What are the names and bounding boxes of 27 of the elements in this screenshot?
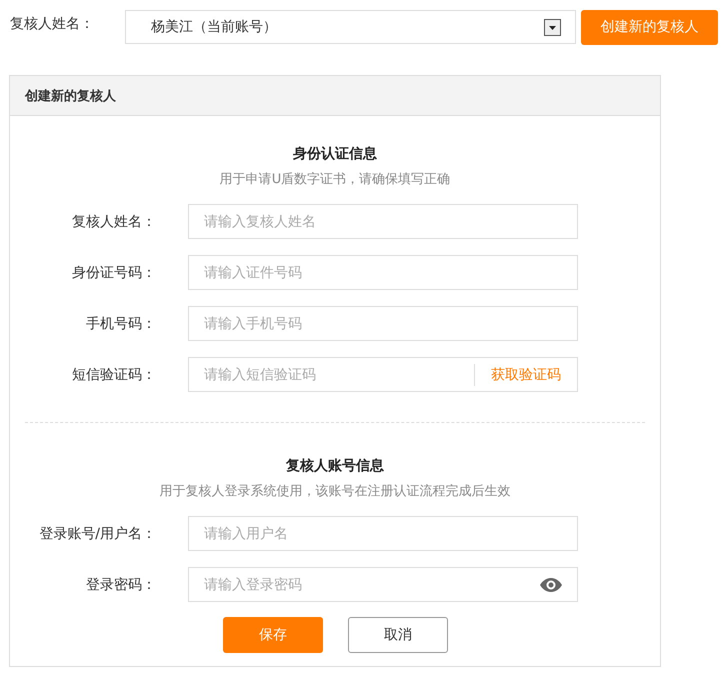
create-reviewer-button[interactable]: 创建新的复核人 <box>581 10 718 44</box>
field-label: 登录密码： <box>85 576 156 594</box>
section-title: 复核人账号信息 <box>286 457 384 475</box>
input-field[interactable]: 请输入复核人姓名 <box>188 204 578 239</box>
panel-title: 创建新的复核人 <box>25 88 116 104</box>
input-field[interactable]: 请输入登录密码 <box>189 568 540 601</box>
field-label: 复核人姓名： <box>71 212 156 230</box>
input-group[interactable]: 请输入登录密码 <box>188 567 578 602</box>
save-button[interactable]: 保存 <box>223 617 323 653</box>
field-label: 登录账号/用户名： <box>38 524 156 542</box>
input-field[interactable]: 请输入短信验证码 <box>189 358 474 391</box>
section-title: 身份认证信息 <box>293 145 377 163</box>
field-label: 复核人姓名： <box>10 15 95 33</box>
input-field[interactable]: 请输入用户名 <box>188 516 578 551</box>
get-code-button[interactable]: 获取验证码 <box>474 364 577 386</box>
field-label: 身份证号码： <box>71 264 156 282</box>
field-label: 手机号码： <box>85 314 156 332</box>
field-label: 短信验证码： <box>71 366 156 384</box>
section-subtitle: 用于复核人登录系统使用，该账号在注册认证流程完成后生效 <box>160 483 510 500</box>
input-group[interactable]: 请输入短信验证码 获取验证码 <box>188 357 578 392</box>
cancel-button[interactable]: 取消 <box>348 617 448 653</box>
input-field[interactable]: 请输入证件号码 <box>188 255 578 290</box>
section-subtitle: 用于申请U盾数字证书，请确保填写正确 <box>220 171 450 188</box>
caret-icon <box>544 18 561 36</box>
input-field[interactable]: 请输入手机号码 <box>188 306 578 341</box>
eye-icon[interactable] <box>540 578 562 592</box>
reviewer-dropdown[interactable]: 杨美江（当前账号） <box>125 10 576 44</box>
